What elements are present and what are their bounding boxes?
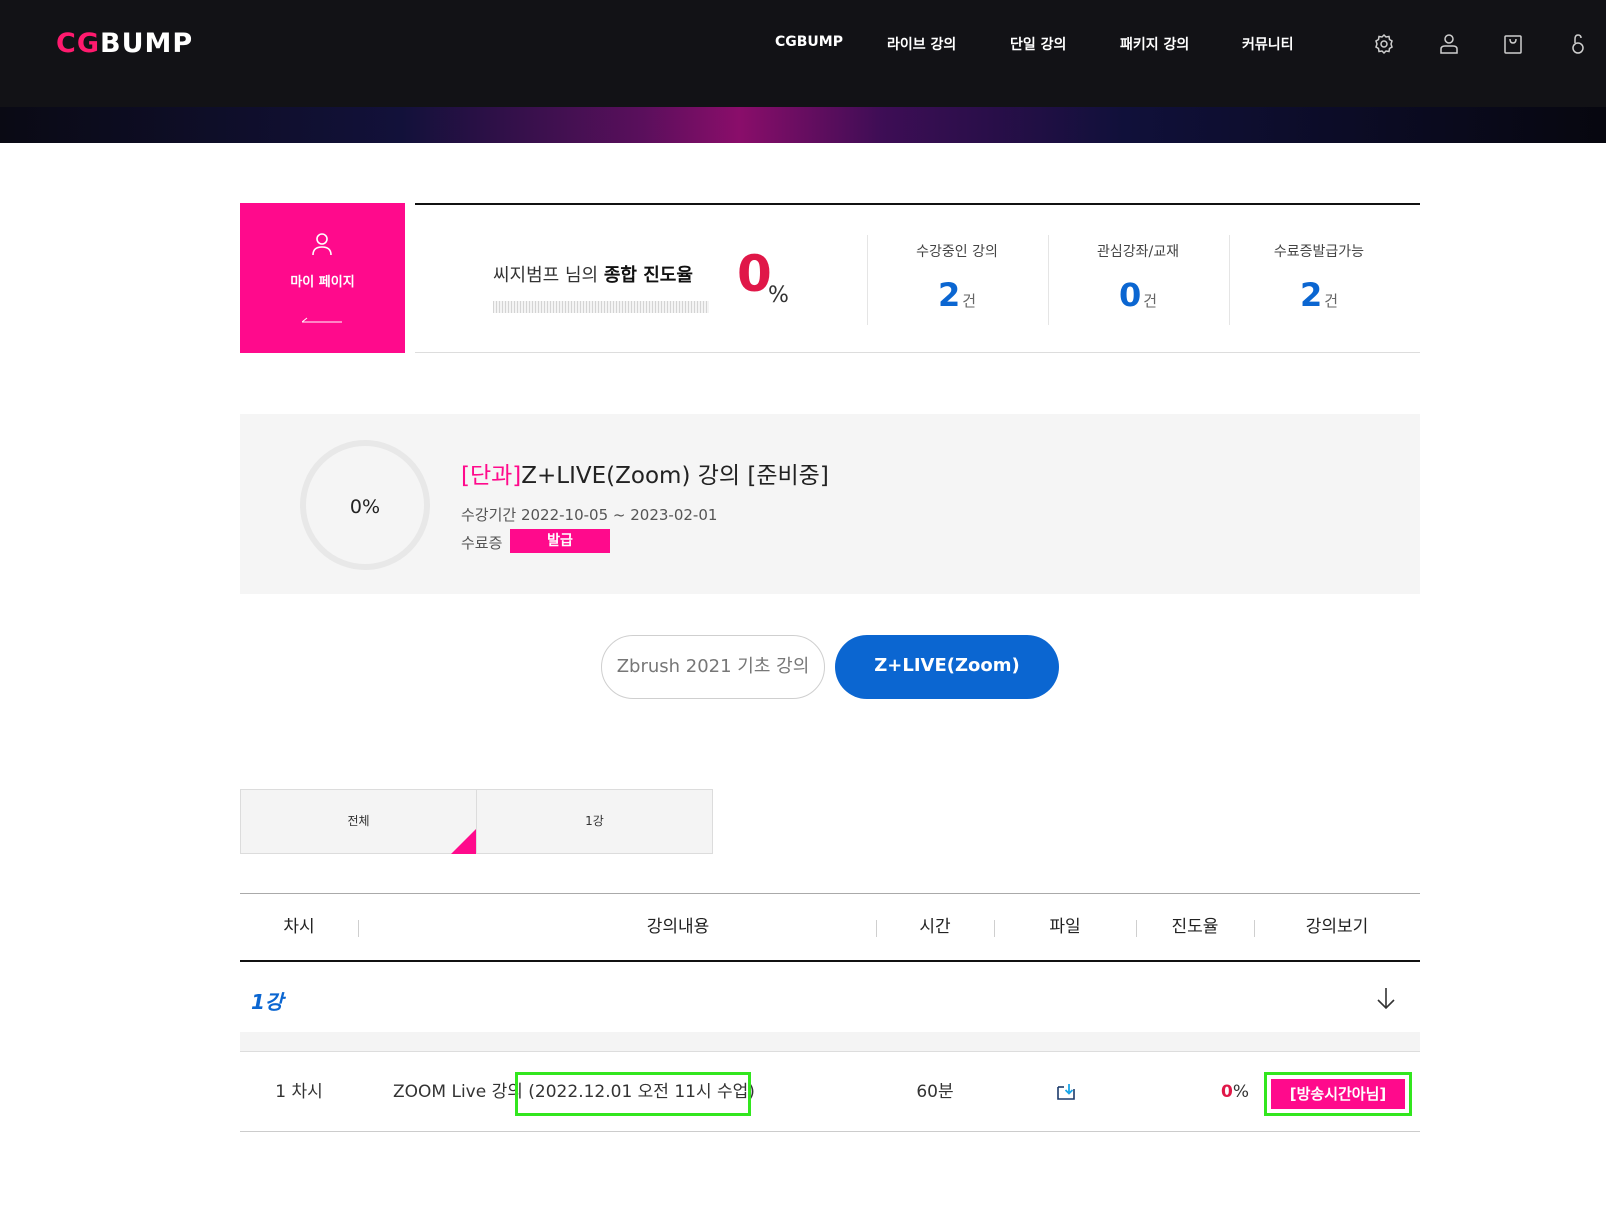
lock-icon[interactable] xyxy=(1566,32,1590,56)
chapter-name: 1강 xyxy=(251,990,284,1014)
certificate-issue-button[interactable]: 발급 xyxy=(510,529,610,553)
my-page-box[interactable]: 마이 페이지 xyxy=(240,203,405,353)
course-tab-zbrush[interactable]: Zbrush 2021 기초 강의 xyxy=(601,635,825,699)
header-view: 강의보기 xyxy=(1305,917,1369,937)
progress-summary: 씨지범프 님의 종합 진도율 0 % 수강중인 강의 2건 관심강좌/교재 0건… xyxy=(415,203,1420,353)
nav-cgbump[interactable]: CGBUMP xyxy=(775,34,843,50)
file-download-icon[interactable] xyxy=(1056,1083,1076,1101)
stat-wishlist[interactable]: 관심강좌/교재 0건 xyxy=(1048,235,1228,325)
nav-package-lectures[interactable]: 패키지 강의 xyxy=(1120,34,1189,54)
my-page-label: 마이 페이지 xyxy=(290,275,355,290)
chapter-tab-all[interactable]: 전체 xyxy=(240,789,477,854)
view-button-highlight: [방송시간아님] xyxy=(1264,1072,1412,1116)
person-icon xyxy=(312,233,332,256)
stat-certificate-available[interactable]: 수료증발급가능 2건 xyxy=(1229,235,1409,325)
certificate-label: 수료증 xyxy=(461,534,503,552)
course-card: 0% [단과]Z+LIVE(Zoom) 강의 [준비중] 수강기간 2022-1… xyxy=(240,414,1420,594)
course-period: 수강기간 2022-10-05 ~ 2023-02-01 xyxy=(461,506,718,524)
settings-icon[interactable] xyxy=(1372,32,1396,56)
arrow-line-icon xyxy=(302,317,342,323)
total-progress-value: 0 xyxy=(737,245,772,303)
chapter-row-1[interactable]: 1강 xyxy=(240,962,1420,1032)
lecture-table-header: 차시 강의내용 시간 파일 진도율 강의보기 xyxy=(240,893,1420,962)
arrow-down-icon[interactable] xyxy=(1375,986,1397,1010)
header-time: 시간 xyxy=(919,917,951,937)
course-progress-value: 0% xyxy=(349,496,381,518)
nav-community[interactable]: 커뮤니티 xyxy=(1242,34,1294,54)
cgbump-logo[interactable]: CGBUMP xyxy=(56,28,193,59)
user-icon[interactable] xyxy=(1437,32,1461,56)
cart-icon[interactable] xyxy=(1501,32,1525,56)
header-banner-strip xyxy=(0,107,1606,143)
active-corner-marker xyxy=(451,828,477,854)
total-progress-label: 씨지범프 님의 종합 진도율 xyxy=(493,265,693,286)
highlight-box xyxy=(515,1072,751,1116)
header-progress: 진도율 xyxy=(1171,917,1219,937)
chapter-spacer xyxy=(240,1032,1420,1052)
total-progress-unit: % xyxy=(768,283,789,308)
course-tab-zlive[interactable]: Z+LIVE(Zoom) xyxy=(835,635,1059,699)
header-file: 파일 xyxy=(1049,917,1081,937)
time-cell: 60분 xyxy=(916,1082,954,1102)
top-navigation-bar: CGBUMP CGBUMP 라이브 강의 단일 강의 패키지 강의 커뮤니티 xyxy=(0,0,1606,107)
stat-enrolled[interactable]: 수강중인 강의 2건 xyxy=(867,235,1047,325)
course-progress-ring: 0% xyxy=(300,440,430,570)
table-row: 1 차시 ZOOM Live 강의 (2022.12.01 오전 11시 수업)… xyxy=(240,1052,1420,1132)
nav-live-lectures[interactable]: 라이브 강의 xyxy=(887,34,956,54)
session-cell: 1 차시 xyxy=(275,1082,323,1102)
chapter-tab-1[interactable]: 1강 xyxy=(476,789,713,854)
total-progress-bar xyxy=(493,301,709,313)
nav-single-lectures[interactable]: 단일 강의 xyxy=(1010,34,1066,54)
course-title: [단과]Z+LIVE(Zoom) 강의 [준비중] xyxy=(461,463,829,489)
header-session: 차시 xyxy=(283,917,315,937)
not-broadcast-time-button[interactable]: [방송시간아님] xyxy=(1271,1079,1405,1109)
